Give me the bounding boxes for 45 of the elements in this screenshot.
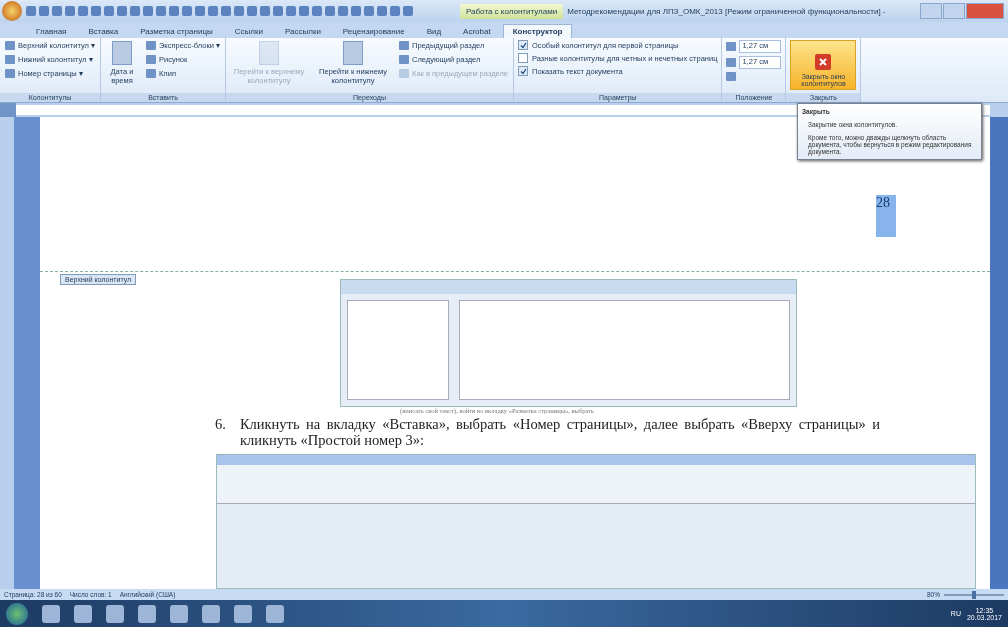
ribbon-tab[interactable]: Главная [26, 24, 77, 38]
taskbar-icon[interactable] [234, 604, 252, 623]
minimize-button[interactable] [920, 3, 942, 19]
close-button[interactable] [966, 3, 1004, 19]
ribbon-icon [145, 55, 156, 64]
ribbon-tab[interactable]: Ссылки [224, 24, 273, 38]
margin-icon [726, 58, 737, 67]
taskbar-icon[interactable] [74, 604, 92, 623]
ribbon-tab[interactable]: Разметка страницы [130, 24, 223, 38]
paragraph: Кликнуть на вкладку «Вставка», выбрать «Номер страницы», далее выбрать «Вверху страницы» и кликнуть «Простой номер 3»: [239, 416, 880, 448]
taskbar-icon[interactable] [42, 604, 60, 623]
list-number: 6. [215, 416, 226, 434]
ribbon-tab[interactable]: Вид [416, 24, 452, 38]
taskbar-icon[interactable] [106, 604, 124, 623]
taskbar-icon[interactable] [170, 604, 188, 623]
start-button[interactable] [6, 602, 28, 625]
ribbon-tab[interactable]: Конструктор [502, 24, 573, 38]
contextual-title: Работа с колонтитулами [460, 3, 564, 19]
scrollbar[interactable] [990, 117, 1008, 589]
ribbon-icon [145, 41, 156, 50]
zoom-thumb[interactable] [972, 590, 976, 599]
document-icon [259, 41, 279, 65]
checkbox[interactable] [518, 53, 528, 63]
document-icon [343, 41, 363, 65]
ribbon-tab[interactable]: Рецензирование [332, 24, 415, 38]
office-button[interactable] [2, 1, 22, 21]
ribbon-tab[interactable]: Рассылки [274, 24, 331, 38]
ribbon-tab[interactable]: Вставка [78, 24, 129, 38]
maximize-button[interactable] [943, 3, 965, 19]
tab-align-icon[interactable] [726, 72, 737, 81]
checkbox[interactable] [518, 40, 528, 50]
document-icon [111, 41, 132, 65]
taskbar-icon[interactable] [266, 604, 284, 623]
tab-selector[interactable] [0, 103, 16, 117]
zoom-slider[interactable] [944, 593, 1004, 596]
page-number: 28 [876, 195, 896, 237]
taskbar-icon[interactable] [202, 604, 220, 623]
checkbox[interactable] [518, 66, 528, 76]
margin-icon [726, 42, 737, 51]
vertical-ruler[interactable] [0, 117, 14, 589]
ribbon-tab[interactable]: Acrobat [453, 24, 501, 38]
ribbon-icon [145, 69, 156, 78]
close-icon [815, 54, 832, 70]
window-title: Методрекомендации для ЛПЗ_ОМК_2013 [Режим ограниченной функциональности] - [567, 6, 887, 16]
taskbar-icon[interactable] [138, 604, 156, 623]
